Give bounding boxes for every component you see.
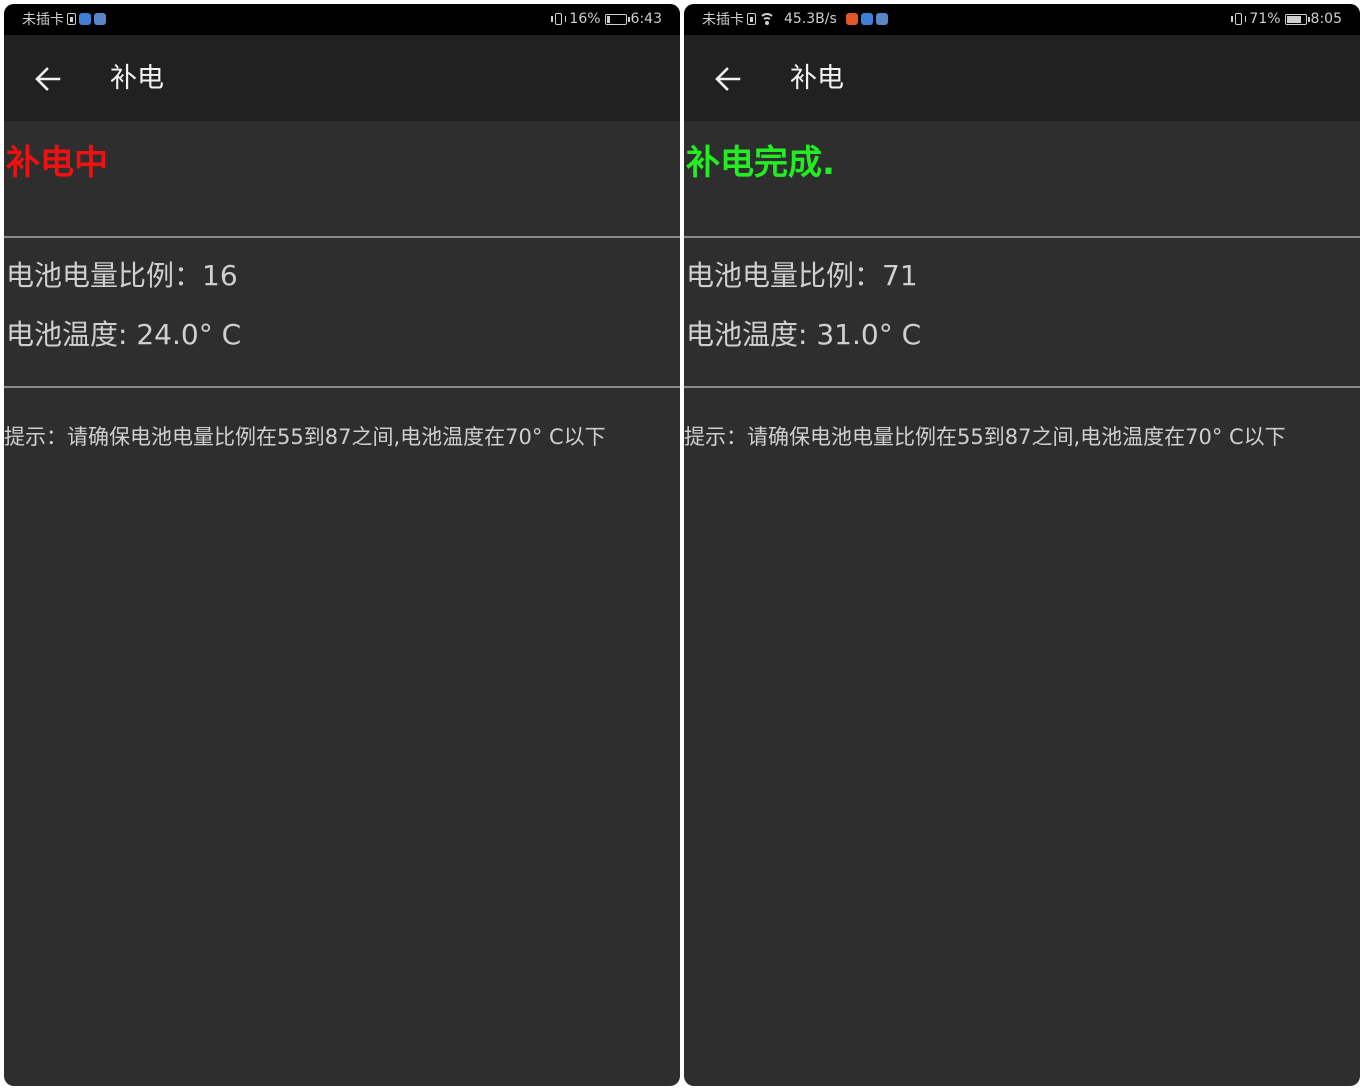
hint-text: 提示：请确保电池电量比例在55到87之间,电池温度在70° C以下 (684, 425, 1286, 449)
clock: 6:43 (630, 11, 662, 27)
phone-screen-charging: 未插卡 16% 6:43 补电 补电中 电池电量比例：16 电池温度: 24.0… (4, 4, 680, 1086)
sim-icon (747, 13, 756, 25)
divider (4, 236, 680, 238)
video-app-icon (94, 13, 106, 25)
arrow-left-icon (35, 67, 61, 91)
divider (684, 386, 1360, 388)
wifi-icon (759, 13, 775, 25)
carrier-label: 未插卡 (702, 12, 744, 28)
battery-icon (604, 13, 630, 25)
battery-ratio-line: 电池电量比例：71 (686, 258, 918, 294)
phone-screen-complete: 未插卡 45.3B/s 71% 8:05 补电 补电完成. 电池电量比例：71 … (684, 4, 1360, 1086)
back-button[interactable] (706, 57, 750, 101)
page-title: 补电 (110, 63, 164, 94)
vibrate-icon (1231, 13, 1247, 25)
battery-icon (1284, 13, 1310, 25)
charging-status-text: 补电中 (6, 143, 108, 183)
divider (4, 386, 680, 388)
battery-temp-value: 24.0° C (136, 318, 242, 351)
battery-temp-label: 电池温度: (686, 318, 817, 351)
browser-app-icon (860, 13, 873, 25)
battery-ratio-value: 16 (202, 259, 238, 292)
arrow-left-icon (715, 67, 741, 91)
vibrate-icon (551, 13, 567, 25)
battery-percent: 71% (1249, 11, 1281, 27)
app-toolbar: 补电 (4, 35, 680, 121)
charging-status-text: 补电完成. (686, 143, 835, 183)
battery-temp-line: 电池温度: 31.0° C (686, 317, 921, 353)
battery-ratio-label: 电池电量比例： (686, 259, 883, 292)
divider (684, 236, 1360, 238)
sim-icon (67, 13, 76, 25)
status-bar: 未插卡 45.3B/s 71% 8:05 (684, 4, 1360, 35)
clock: 8:05 (1310, 11, 1342, 27)
battery-temp-value: 31.0° C (816, 318, 922, 351)
battery-ratio-value: 71 (882, 259, 918, 292)
hint-text: 提示：请确保电池电量比例在55到87之间,电池温度在70° C以下 (4, 425, 606, 449)
page-title: 补电 (790, 63, 844, 94)
carrier-label: 未插卡 (22, 12, 64, 28)
orange-app-icon (845, 13, 858, 25)
status-bar: 未插卡 16% 6:43 (4, 4, 680, 35)
battery-temp-line: 电池温度: 24.0° C (6, 317, 241, 353)
battery-temp-label: 电池温度: (6, 318, 137, 351)
battery-percent: 16% (569, 11, 601, 27)
browser-app-icon (79, 13, 91, 25)
network-speed: 45.3B/s (784, 11, 837, 27)
battery-ratio-label: 电池电量比例： (6, 259, 203, 292)
battery-ratio-line: 电池电量比例：16 (6, 258, 238, 294)
back-button[interactable] (26, 57, 70, 101)
app-toolbar: 补电 (684, 35, 1360, 121)
video-app-icon (875, 13, 888, 25)
